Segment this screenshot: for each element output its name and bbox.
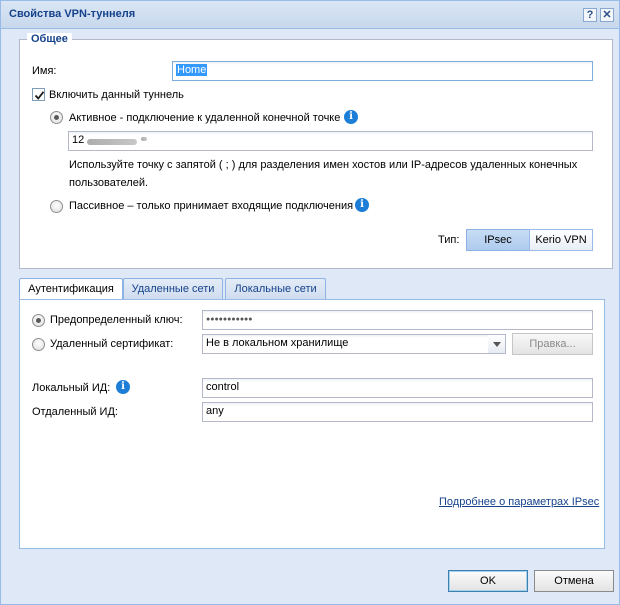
- redacted-address-tail: [141, 137, 147, 141]
- remote-id-input[interactable]: any: [202, 402, 593, 422]
- name-input-value: Home: [176, 64, 208, 76]
- tab-remote-networks[interactable]: Удаленные сети: [123, 278, 223, 300]
- close-icon[interactable]: ✕: [600, 8, 614, 22]
- cancel-button[interactable]: Отмена: [534, 570, 614, 592]
- ipsec-details-link[interactable]: Подробнее о параметрах IPsec: [439, 496, 599, 508]
- name-label: Имя:: [32, 65, 57, 77]
- type-label: Тип:: [438, 234, 460, 246]
- endpoint-input-value: 12: [72, 134, 85, 146]
- passive-mode-radio[interactable]: [50, 200, 63, 213]
- active-mode-radio[interactable]: [50, 111, 63, 124]
- certificate-select-value: Не в локальном хранилище: [206, 337, 349, 349]
- passive-mode-label: Пассивное – только принимает входящие по…: [69, 200, 354, 212]
- redacted-address: [87, 139, 137, 145]
- psk-radio[interactable]: [32, 314, 45, 327]
- psk-input[interactable]: ●●●●●●●●●●●: [202, 310, 593, 330]
- active-mode-label: Активное - подключение к удаленной конеч…: [69, 112, 341, 124]
- hint-text-line2: пользователей.: [69, 177, 149, 189]
- certificate-label: Удаленный сертификат:: [50, 338, 174, 350]
- type-kerio-toggle[interactable]: Kerio VPN: [529, 229, 593, 251]
- title-bar[interactable]: Свойства VPN-туннеля ? ✕: [1, 1, 619, 29]
- remote-id-input-value: any: [206, 405, 224, 417]
- enable-tunnel-label: Включить данный туннель: [49, 89, 184, 101]
- local-id-info-icon[interactable]: i: [116, 380, 130, 394]
- ok-button[interactable]: OK: [448, 570, 528, 592]
- enable-tunnel-checkbox[interactable]: [32, 88, 45, 101]
- edit-button[interactable]: Правка...: [512, 333, 593, 355]
- tab-authentication[interactable]: Аутентификация: [19, 278, 123, 301]
- certificate-select[interactable]: Не в локальном хранилище: [202, 334, 489, 354]
- passive-info-icon[interactable]: i: [355, 198, 369, 212]
- local-id-label: Локальный ИД:: [32, 382, 111, 394]
- remote-id-label: Отдаленный ИД:: [32, 406, 118, 418]
- dialog-title: Свойства VPN-туннеля: [9, 8, 136, 20]
- psk-input-value: ●●●●●●●●●●●: [206, 316, 253, 323]
- name-input[interactable]: Home: [172, 61, 593, 81]
- type-ipsec-toggle[interactable]: IPsec: [466, 229, 530, 251]
- certificate-radio[interactable]: [32, 338, 45, 351]
- hint-text-line1: Используйте точку с запятой ( ; ) для ра…: [69, 159, 578, 171]
- active-info-icon[interactable]: i: [344, 110, 358, 124]
- chevron-down-icon[interactable]: [488, 334, 506, 354]
- checkmark-icon: [34, 91, 45, 100]
- local-id-input[interactable]: control: [202, 378, 593, 398]
- general-legend: Общее: [27, 33, 72, 45]
- vpn-tunnel-dialog: Свойства VPN-туннеля ? ✕ Общее Имя: Home…: [0, 0, 620, 605]
- help-icon[interactable]: ?: [583, 8, 597, 22]
- endpoint-input[interactable]: 12: [68, 131, 593, 151]
- psk-label: Предопределенный ключ:: [50, 314, 183, 326]
- local-id-input-value: control: [206, 381, 240, 393]
- tab-local-networks[interactable]: Локальные сети: [225, 278, 326, 300]
